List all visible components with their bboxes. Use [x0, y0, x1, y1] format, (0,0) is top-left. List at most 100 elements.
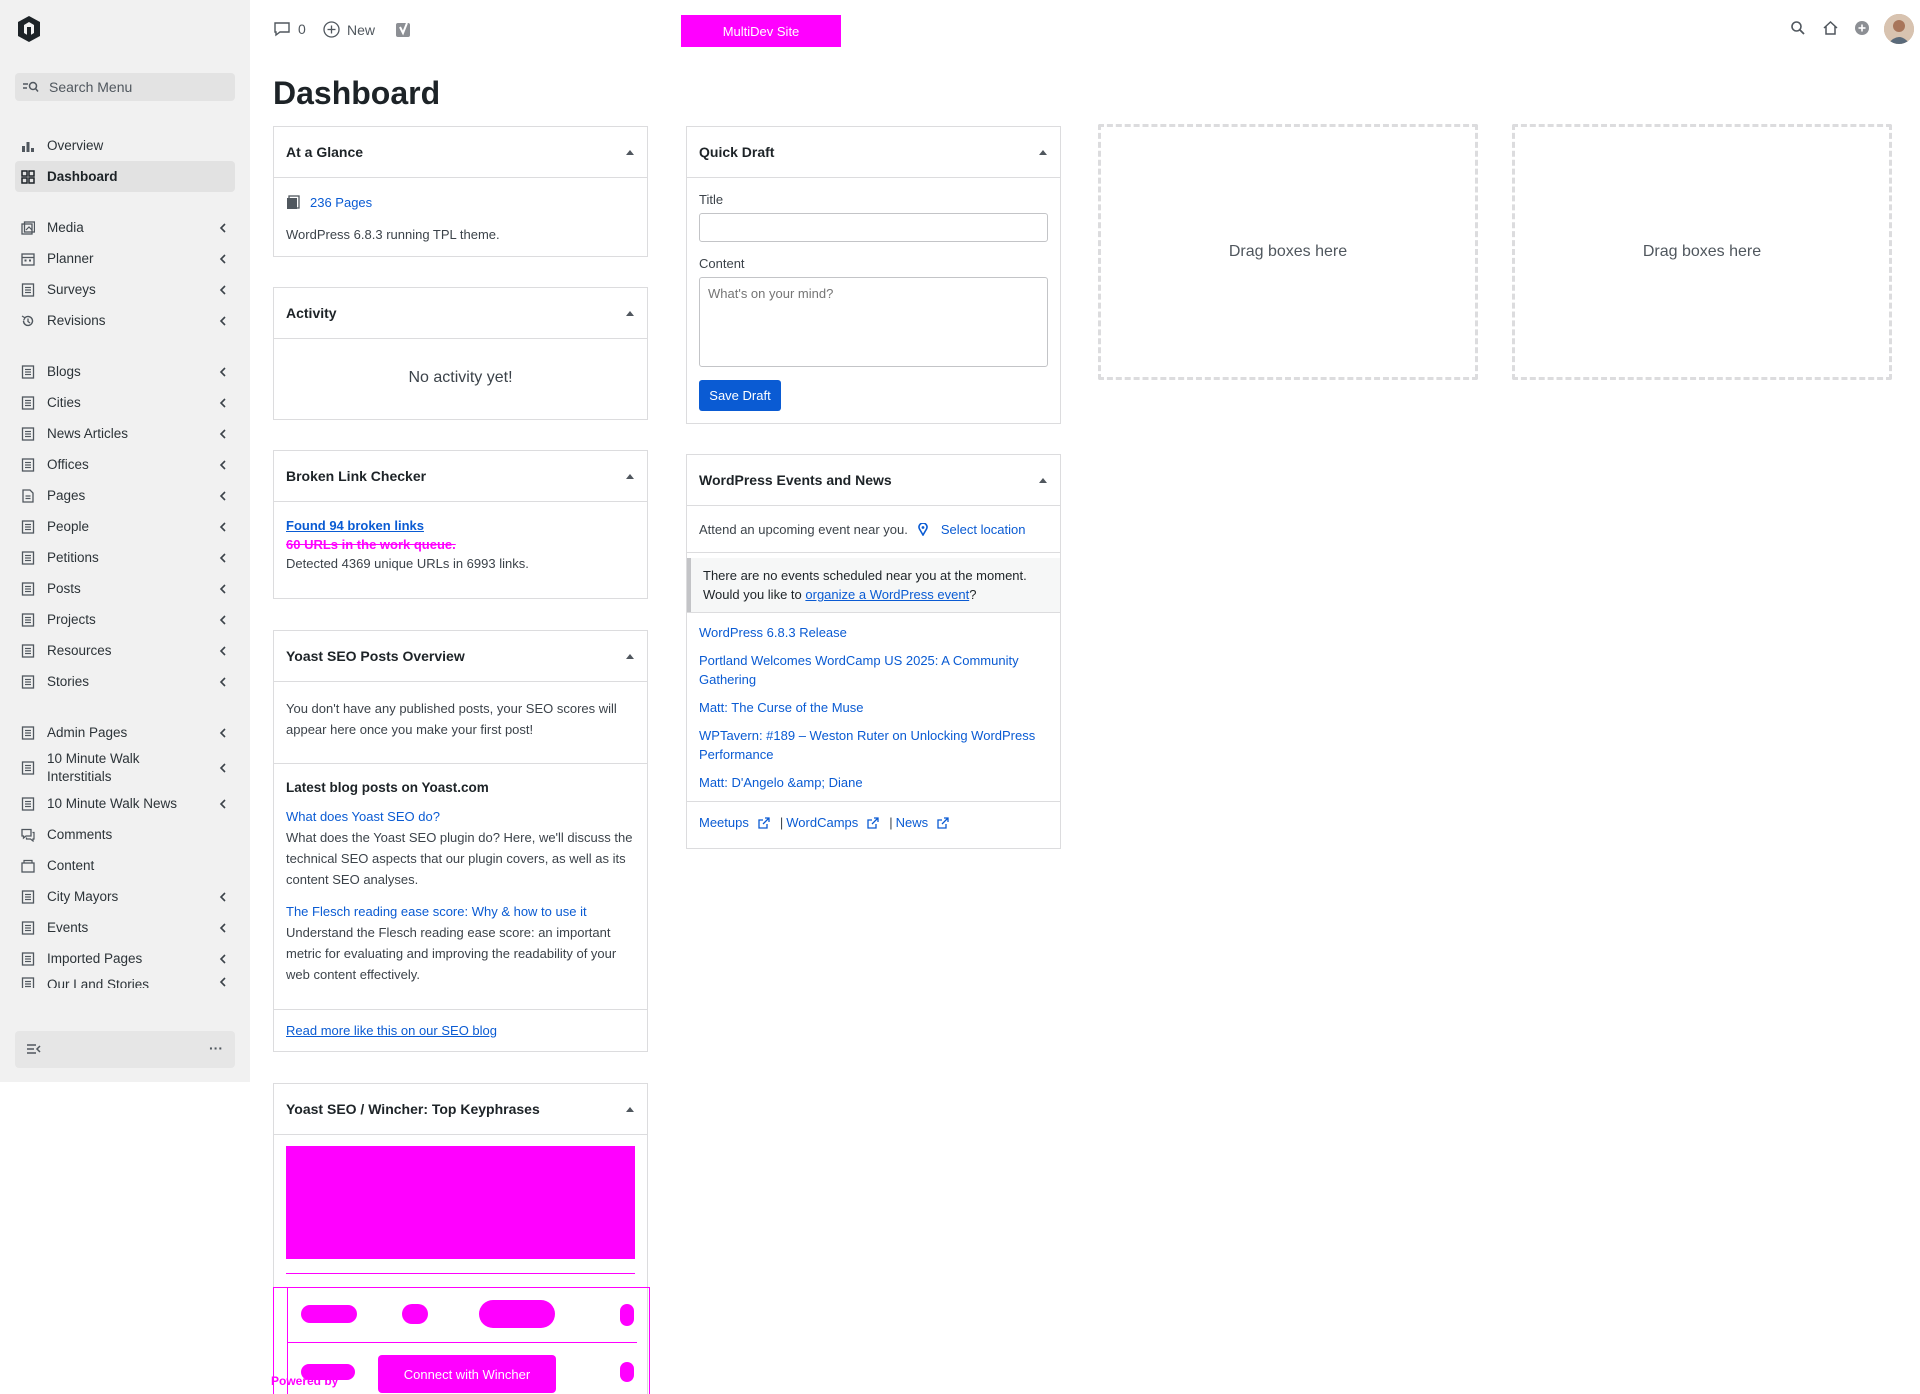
save-draft-button[interactable]: Save Draft [699, 380, 781, 411]
document-icon [21, 951, 35, 966]
sidebar-item-10-minute-walk-interstitials[interactable]: 10 Minute Walk Interstitials [15, 748, 235, 788]
select-location-link[interactable]: Select location [941, 522, 1026, 537]
quick-draft-panel: Quick Draft Title Content Save Draft [686, 126, 1061, 424]
sidebar-item-offices[interactable]: Offices [15, 449, 235, 480]
search-menu-input[interactable]: Search Menu [15, 73, 235, 101]
chevron-left-icon [219, 891, 226, 902]
drag-boxes-dropzone-1[interactable]: Drag boxes here [1098, 124, 1478, 380]
draft-content-textarea[interactable] [699, 277, 1048, 367]
document-icon [21, 674, 35, 689]
collapse-arrow-icon[interactable] [625, 309, 635, 317]
document-icon [21, 581, 35, 596]
sidebar-item-content[interactable]: Content [15, 850, 235, 881]
sidebar-item-label: 10 Minute Walk News [47, 796, 178, 811]
yoast-overview-header[interactable]: Yoast SEO Posts Overview [274, 631, 647, 682]
broken-link-checker-panel: Broken Link Checker Found 94 broken link… [273, 450, 648, 599]
collapse-arrow-icon[interactable] [1038, 148, 1048, 156]
new-content-button[interactable]: New [323, 21, 375, 38]
news-item-link[interactable]: Portland Welcomes WordCamp US 2025: A Co… [699, 651, 1048, 689]
site-logo-icon[interactable] [14, 14, 44, 44]
yoast-post-desc-1: What does the Yoast SEO plugin do? Here,… [286, 830, 633, 887]
sidebar-item-overview[interactable]: Overview [15, 130, 235, 161]
news-link[interactable]: News [896, 815, 929, 830]
collapse-menu-icon[interactable] [27, 1043, 41, 1055]
sidebar-item-10-minute-walk-news[interactable]: 10 Minute Walk News [15, 788, 235, 819]
sidebar-item-media[interactable]: Media [15, 212, 235, 243]
sidebar-item-stories[interactable]: Stories [15, 666, 235, 697]
search-icon [1791, 21, 1805, 35]
document-icon [21, 364, 35, 379]
sidebar-item-people[interactable]: People [15, 511, 235, 542]
meetups-link[interactable]: Meetups [699, 815, 749, 830]
sidebar-item-our-land-stories[interactable]: Our Land Stories [15, 974, 235, 988]
sidebar-item-planner[interactable]: Planner [15, 243, 235, 274]
help-button[interactable] [1854, 20, 1870, 39]
sidebar-item-dashboard[interactable]: Dashboard [15, 161, 235, 192]
chevron-left-icon [219, 977, 226, 987]
collapse-arrow-icon[interactable] [625, 652, 635, 660]
sidebar-item-petitions[interactable]: Petitions [15, 542, 235, 573]
chevron-left-icon [219, 284, 226, 295]
chevron-left-icon [219, 222, 226, 233]
collapse-arrow-icon[interactable] [1038, 476, 1048, 484]
more-options-button[interactable]: ··· [209, 1040, 223, 1056]
news-item-link[interactable]: WPTavern: #189 – Weston Ruter on Unlocki… [699, 726, 1048, 764]
location-pin-icon [918, 522, 928, 536]
quick-draft-header[interactable]: Quick Draft [687, 127, 1060, 178]
sidebar-item-posts[interactable]: Posts [15, 573, 235, 604]
draft-content-label: Content [699, 256, 745, 271]
broken-links-link[interactable]: Found 94 broken links [286, 518, 424, 533]
wincher-header[interactable]: Yoast SEO / Wincher: Top Keyphrases [274, 1084, 647, 1135]
dropzone-label-2: Drag boxes here [1642, 243, 1762, 260]
yoast-post-link-1[interactable]: What does Yoast SEO do? [286, 806, 635, 827]
environment-badge[interactable]: MultiDev Site [681, 15, 841, 47]
read-more-seo-blog-link[interactable]: Read more like this on our SEO blog [286, 1023, 497, 1038]
yoast-post-link-2[interactable]: The Flesch reading ease score: Why & how… [286, 901, 635, 922]
sidebar-item-admin-pages[interactable]: Admin Pages [15, 717, 235, 748]
organize-event-link[interactable]: organize a WordPress event [805, 587, 969, 602]
search-menu-placeholder: Search Menu [49, 79, 133, 95]
at-a-glance-header[interactable]: At a Glance [274, 127, 647, 178]
sidebar-item-pages[interactable]: Pages [15, 480, 235, 511]
news-item-link[interactable]: WordPress 6.8.3 Release [699, 623, 1048, 642]
wordpress-events-header[interactable]: WordPress Events and News [687, 455, 1060, 506]
chevron-left-icon [219, 459, 226, 470]
search-button[interactable] [1790, 20, 1806, 39]
sidebar-item-news-articles[interactable]: News Articles [15, 418, 235, 449]
sidebar-item-cities[interactable]: Cities [15, 387, 235, 418]
sidebar-item-city-mayors[interactable]: City Mayors [15, 881, 235, 912]
collapse-arrow-icon[interactable] [625, 1105, 635, 1113]
broken-link-checker-header[interactable]: Broken Link Checker [274, 451, 647, 502]
sidebar-item-label: Projects [47, 612, 96, 627]
user-avatar[interactable] [1884, 14, 1914, 44]
connect-wincher-button[interactable]: Connect with Wincher [378, 1355, 556, 1393]
comments-button[interactable]: 0 [273, 21, 306, 37]
at-a-glance-title: At a Glance [286, 144, 364, 160]
chevron-left-icon [219, 953, 226, 964]
sidebar-item-projects[interactable]: Projects [15, 604, 235, 635]
collapse-arrow-icon[interactable] [625, 472, 635, 480]
yoast-menu-button[interactable] [395, 20, 413, 40]
home-button[interactable] [1822, 20, 1839, 39]
external-link-icon [758, 816, 770, 829]
chevron-left-icon [219, 490, 226, 501]
draft-title-input[interactable] [699, 213, 1048, 242]
chevron-left-icon [219, 922, 226, 933]
sidebar-item-resources[interactable]: Resources [15, 635, 235, 666]
sidebar-item-label: Imported Pages [47, 951, 143, 966]
wordcamps-link[interactable]: WordCamps [786, 815, 858, 830]
work-queue-text: 60 URLs in the work queue. [286, 537, 456, 552]
sidebar-item-comments[interactable]: Comments [15, 819, 235, 850]
sidebar-item-events[interactable]: Events [15, 912, 235, 943]
sidebar-item-revisions[interactable]: Revisions [15, 305, 235, 336]
sidebar-item-imported-pages[interactable]: Imported Pages [15, 943, 235, 974]
activity-header[interactable]: Activity [274, 288, 647, 339]
news-item-link[interactable]: Matt: D'Angelo &amp; Diane [699, 773, 1048, 792]
news-item-link[interactable]: Matt: The Curse of the Muse [699, 698, 1048, 717]
collapse-arrow-icon[interactable] [625, 148, 635, 156]
chevron-left-icon [219, 253, 226, 264]
pages-count-link[interactable]: 236 Pages [310, 195, 372, 210]
sidebar-item-surveys[interactable]: Surveys [15, 274, 235, 305]
sidebar-item-blogs[interactable]: Blogs [15, 356, 235, 387]
drag-boxes-dropzone-2[interactable]: Drag boxes here [1512, 124, 1892, 380]
